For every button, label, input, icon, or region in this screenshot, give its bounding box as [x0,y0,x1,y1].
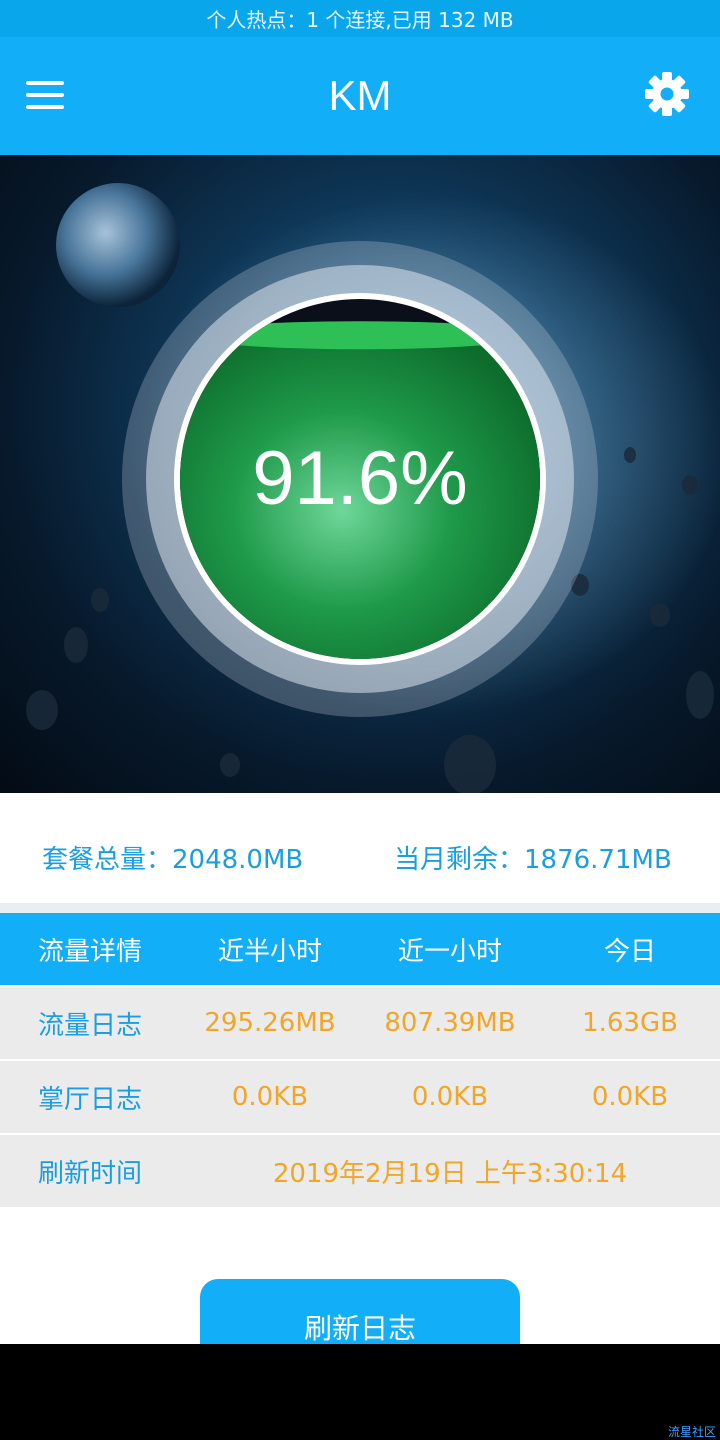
plan-summary: 套餐总量：2048.0MB 当月剩余：1876.71MB [0,793,720,903]
table-cell: 1.63GB [582,1008,678,1038]
month-remaining: 当月剩余：1876.71MB [394,845,672,875]
row-label: 刷新时间 [37,1158,142,1189]
row-label: 掌厅日志 [37,1084,142,1115]
traffic-table: 流量详情 近半小时 近一小时 今日 流量日志 295.26MB 807.39MB… [0,913,720,1207]
usage-percent: 91.6% [252,436,468,521]
table-row: 刷新时间 2019年2月19日 上午3:30:14 [0,1133,720,1207]
refresh-time-value: 2019年2月19日 上午3:30:14 [272,1158,628,1189]
refresh-log-label: 刷新日志 [303,1312,416,1345]
app-bar: KM [0,37,720,155]
header-cell: 近半小时 [217,936,322,967]
table-cell: 0.0KB [231,1082,309,1112]
app-title: KM [328,72,392,119]
system-nav-bar: 流星社区 [0,1344,720,1440]
header-cell: 流量详情 [37,936,142,967]
table-row: 流量日志 295.26MB 807.39MB 1.63GB [0,985,720,1059]
table-cell: 807.39MB [384,1008,516,1038]
header-cell: 近一小时 [397,936,502,967]
menu-icon [26,81,64,109]
table-row: 掌厅日志 0.0KB 0.0KB 0.0KB [0,1059,720,1133]
table-cell: 0.0KB [411,1082,489,1112]
table-cell: 295.26MB [204,1008,336,1038]
menu-button[interactable] [24,77,68,113]
divider [0,903,720,913]
watermark: 流星社区 [667,1425,716,1439]
hero-banner: 91.6% [0,155,720,793]
settings-button[interactable] [642,69,692,119]
row-label: 流量日志 [37,1010,142,1041]
plan-total: 套餐总量：2048.0MB [42,845,304,875]
status-text: 个人热点：1 个连接,已用 132 MB [206,8,514,32]
gear-icon [645,72,689,116]
status-bar: 个人热点：1 个连接,已用 132 MB [0,0,720,37]
header-cell: 今日 [603,936,656,967]
table-cell: 0.0KB [591,1082,669,1112]
table-header: 流量详情 近半小时 近一小时 今日 [0,913,720,985]
